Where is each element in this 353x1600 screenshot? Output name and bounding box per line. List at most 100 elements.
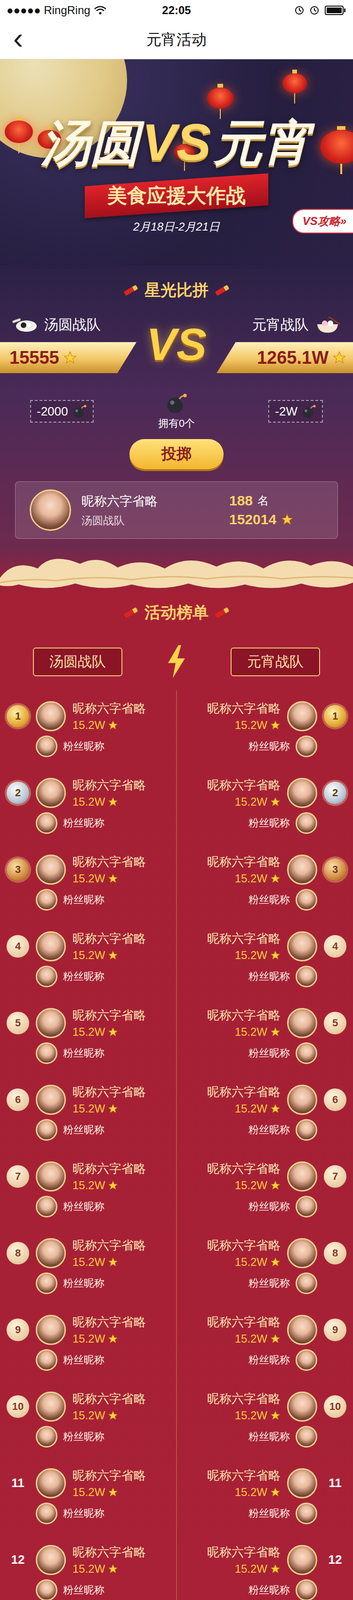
fan-avatar[interactable] [295, 965, 318, 988]
avatar[interactable] [35, 1468, 66, 1499]
rank-name: 昵称六字省略 [72, 777, 146, 794]
avatar[interactable] [35, 1238, 66, 1269]
rank-entry[interactable]: 3昵称六字省略15.2W粉丝昵称 [176, 843, 347, 921]
rank-entry[interactable]: 2昵称六字省略15.2W粉丝昵称 [176, 767, 347, 844]
avatar[interactable] [287, 1315, 318, 1346]
fan-avatar[interactable] [35, 1579, 58, 1600]
rank-entry[interactable]: 5昵称六字省略15.2W粉丝昵称 [176, 997, 347, 1075]
avatar[interactable] [287, 701, 318, 732]
team-tab[interactable]: 元宵战队 [230, 647, 321, 677]
rank-name: 昵称六字省略 [72, 1314, 146, 1331]
fan-avatar[interactable] [35, 1272, 58, 1295]
rank-score: 15.2W [72, 1562, 119, 1576]
avatar[interactable] [35, 778, 66, 809]
rank-entry[interactable]: 8昵称六字省略15.2W粉丝昵称 [6, 1227, 177, 1305]
fan-avatar[interactable] [35, 1502, 58, 1525]
fan-avatar[interactable] [35, 1349, 58, 1372]
avatar[interactable] [35, 1084, 66, 1116]
fan-line: 粉丝昵称 [248, 889, 347, 911]
fan-avatar[interactable] [295, 889, 318, 911]
avatar[interactable] [287, 1545, 318, 1576]
fan-avatar[interactable] [35, 965, 58, 988]
fan-avatar[interactable] [295, 1042, 318, 1065]
status-bar: ●●●●● RingRing22:05 [0, 0, 353, 21]
avatar[interactable] [287, 778, 318, 809]
rank-entry[interactable]: 7昵称六字省略15.2W粉丝昵称 [6, 1150, 177, 1228]
avatar[interactable] [287, 931, 318, 962]
fan-avatar[interactable] [35, 889, 58, 911]
fan-avatar[interactable] [35, 735, 58, 758]
team-tab[interactable]: 汤圆战队 [32, 647, 123, 677]
carrier: ●●●●● RingRing [6, 3, 91, 17]
avatar[interactable] [287, 1161, 318, 1192]
rank-entry[interactable]: 1昵称六字省略15.2W粉丝昵称 [176, 690, 347, 768]
fan-line: 粉丝昵称 [248, 1272, 347, 1295]
rank-entry[interactable]: 1昵称六字省略15.2W粉丝昵称 [6, 690, 177, 768]
fan-avatar[interactable] [295, 1195, 318, 1218]
rank-name: 昵称六字省略 [72, 1544, 146, 1561]
rank-name: 昵称六字省略 [207, 1314, 281, 1331]
guide-button[interactable]: VS攻略» [292, 208, 353, 234]
rank-entry[interactable]: 2昵称六字省略15.2W粉丝昵称 [6, 767, 177, 844]
fan-name: 粉丝昵称 [248, 1046, 290, 1061]
avatar[interactable] [35, 931, 66, 962]
avatar[interactable] [287, 854, 318, 885]
rank-entry[interactable]: 4昵称六字省略15.2W粉丝昵称 [176, 920, 347, 998]
rank-name: 昵称六字省略 [72, 930, 146, 947]
rank-entry[interactable]: 10昵称六字省略15.2W粉丝昵称 [6, 1380, 177, 1458]
fan-avatar[interactable] [295, 1272, 318, 1295]
star-icon [107, 1257, 119, 1268]
avatar[interactable] [287, 1238, 318, 1269]
rank-entry[interactable]: 9昵称六字省略15.2W粉丝昵称 [6, 1304, 177, 1381]
fan-avatar[interactable] [295, 1502, 318, 1525]
fan-line: 粉丝昵称 [6, 1426, 105, 1448]
rank-entry[interactable]: 5昵称六字省略15.2W粉丝昵称 [6, 997, 177, 1075]
avatar[interactable] [35, 854, 66, 885]
avatar[interactable] [287, 1084, 318, 1116]
back-button[interactable]: ‹ [0, 23, 48, 57]
rank-badge: 12 [323, 1548, 347, 1572]
fan-avatar[interactable] [35, 1119, 58, 1141]
avatar[interactable] [35, 1161, 66, 1192]
penalty-box[interactable]: -2W [268, 400, 323, 423]
rank-entry[interactable]: 11昵称六字省略15.2W粉丝昵称 [6, 1457, 177, 1535]
avatar[interactable] [35, 1008, 66, 1039]
fan-avatar[interactable] [295, 735, 318, 758]
fan-avatar[interactable] [295, 1349, 318, 1372]
rank-entry[interactable]: 6昵称六字省略15.2W粉丝昵称 [6, 1074, 177, 1151]
avatar[interactable] [35, 1391, 66, 1422]
fan-avatar[interactable] [35, 1042, 58, 1065]
fan-name: 粉丝昵称 [63, 1046, 105, 1061]
rank-entry[interactable]: 8昵称六字省略15.2W粉丝昵称 [176, 1227, 347, 1305]
rank-entry[interactable]: 10昵称六字省略15.2W粉丝昵称 [176, 1380, 347, 1458]
fan-avatar[interactable] [295, 1579, 318, 1600]
fan-avatar[interactable] [35, 1195, 58, 1218]
rank-entry[interactable]: 12昵称六字省略15.2W粉丝昵称 [6, 1534, 177, 1600]
fan-avatar[interactable] [295, 1426, 318, 1448]
fan-avatar[interactable] [295, 1119, 318, 1141]
rank-entry[interactable]: 7昵称六字省略15.2W粉丝昵称 [176, 1150, 347, 1228]
rank-entry[interactable]: 11昵称六字省略15.2W粉丝昵称 [176, 1457, 347, 1535]
fan-avatar[interactable] [295, 812, 318, 835]
rank-entry[interactable]: 6昵称六字省略15.2W粉丝昵称 [176, 1074, 347, 1151]
fan-avatar[interactable] [35, 812, 58, 835]
rank-entry[interactable]: 12昵称六字省略15.2W粉丝昵称 [176, 1534, 347, 1600]
avatar[interactable] [287, 1391, 318, 1422]
rank-badge: 8 [323, 1242, 347, 1265]
avatar[interactable] [287, 1468, 318, 1499]
star-icon [107, 1180, 119, 1191]
rank-entry[interactable]: 9昵称六字省略15.2W粉丝昵称 [176, 1304, 347, 1381]
penalty-box[interactable]: -2000 [30, 400, 94, 423]
rank-entry[interactable]: 4昵称六字省略15.2W粉丝昵称 [6, 920, 177, 998]
avatar[interactable] [35, 1315, 66, 1346]
rank-row: 1昵称六字省略15.2W粉丝昵称1昵称六字省略15.2W粉丝昵称 [0, 690, 353, 768]
rank-entry[interactable]: 3昵称六字省略15.2W粉丝昵称 [6, 843, 177, 921]
fan-avatar[interactable] [35, 1426, 58, 1448]
throw-button[interactable]: 投掷 [129, 439, 224, 470]
fan-line: 粉丝昵称 [6, 1042, 105, 1065]
avatar[interactable] [287, 1008, 318, 1039]
avatar[interactable] [35, 701, 66, 732]
my-avatar[interactable] [29, 489, 72, 531]
avatar[interactable] [35, 1545, 66, 1576]
team-tabs: 汤圆战队 元宵战队 [0, 645, 353, 679]
